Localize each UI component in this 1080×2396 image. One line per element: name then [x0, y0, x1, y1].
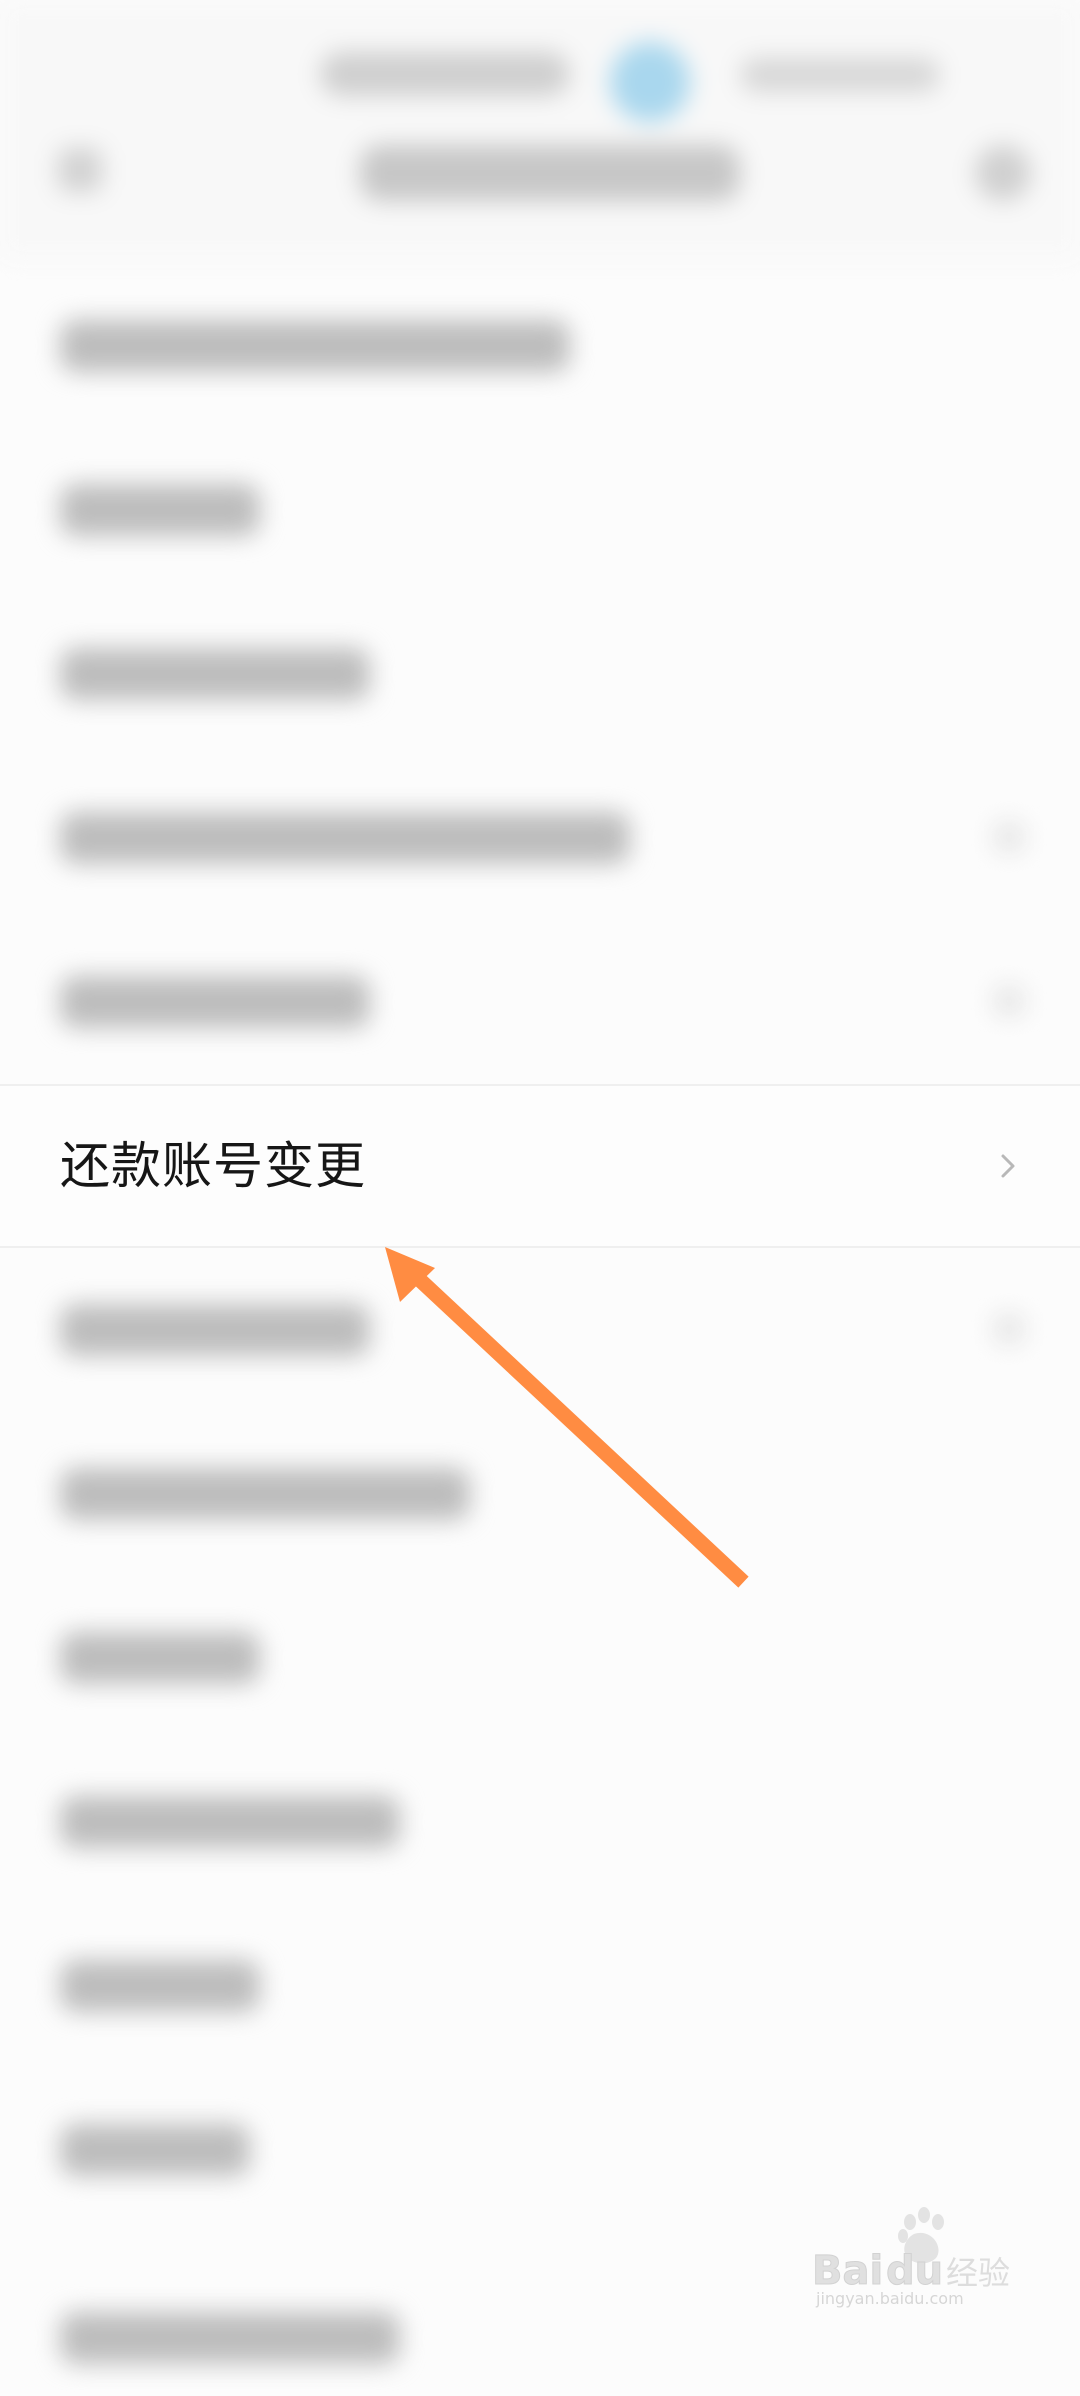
list-item-redacted[interactable] — [0, 592, 1080, 756]
top-navigation-bar — [0, 0, 1080, 260]
list-item-label-redacted — [60, 2312, 400, 2364]
list-item-redacted[interactable] — [0, 756, 1080, 920]
svg-text:Bai: Bai — [812, 2248, 883, 2294]
page-title-redacted — [360, 145, 740, 201]
list-item-redacted[interactable] — [0, 1248, 1080, 1412]
chevron-right-icon — [994, 986, 1024, 1016]
list-item-redacted[interactable] — [0, 264, 1080, 428]
list-item-label-redacted — [60, 2124, 250, 2176]
list-item-redacted[interactable] — [0, 428, 1080, 592]
list-item-label-redacted — [60, 1796, 400, 1848]
list-item-repayment-account-change[interactable]: 还款账号变更 — [0, 1084, 1080, 1248]
svg-text:经验: 经验 — [946, 2254, 1010, 2292]
list-item-label-redacted — [60, 320, 570, 372]
list-item-label-redacted — [60, 812, 630, 864]
chevron-right-icon — [1001, 1154, 1015, 1178]
back-icon[interactable] — [58, 148, 102, 192]
svg-text:jingyan.baidu.com: jingyan.baidu.com — [815, 2289, 964, 2308]
list-item-label-redacted — [60, 1632, 260, 1684]
list-item-redacted[interactable] — [0, 920, 1080, 1084]
svg-text:du: du — [886, 2248, 943, 2294]
baidu-logo: Bai du 经验 jingyan.baidu.com — [812, 2207, 1010, 2308]
chevron-right-icon — [994, 1314, 1024, 1344]
service-list: 还款账号变更 — [0, 264, 1080, 2396]
list-item-label: 还款账号变更 — [60, 1137, 366, 1195]
list-item-label-redacted — [60, 1468, 470, 1520]
list-item-label-redacted — [60, 648, 370, 700]
chevron-right-icon — [994, 822, 1024, 852]
status-bar-indicator-redacted — [610, 42, 690, 122]
list-item-label-redacted — [60, 484, 260, 536]
status-bar-right-redacted — [740, 58, 940, 92]
list-item-redacted[interactable] — [0, 1576, 1080, 1740]
list-item-redacted[interactable] — [0, 1740, 1080, 1904]
list-item-label-redacted — [60, 1960, 260, 2012]
list-item-label-redacted — [60, 1304, 370, 1356]
list-item-redacted[interactable] — [0, 1412, 1080, 1576]
baidu-jingyan-watermark: Bai du 经验 jingyan.baidu.com — [806, 2200, 1026, 2310]
list-item-redacted[interactable] — [0, 1904, 1080, 2068]
status-bar-left-redacted — [320, 52, 570, 96]
list-item-label-redacted — [60, 976, 370, 1028]
more-icon[interactable] — [975, 145, 1031, 201]
